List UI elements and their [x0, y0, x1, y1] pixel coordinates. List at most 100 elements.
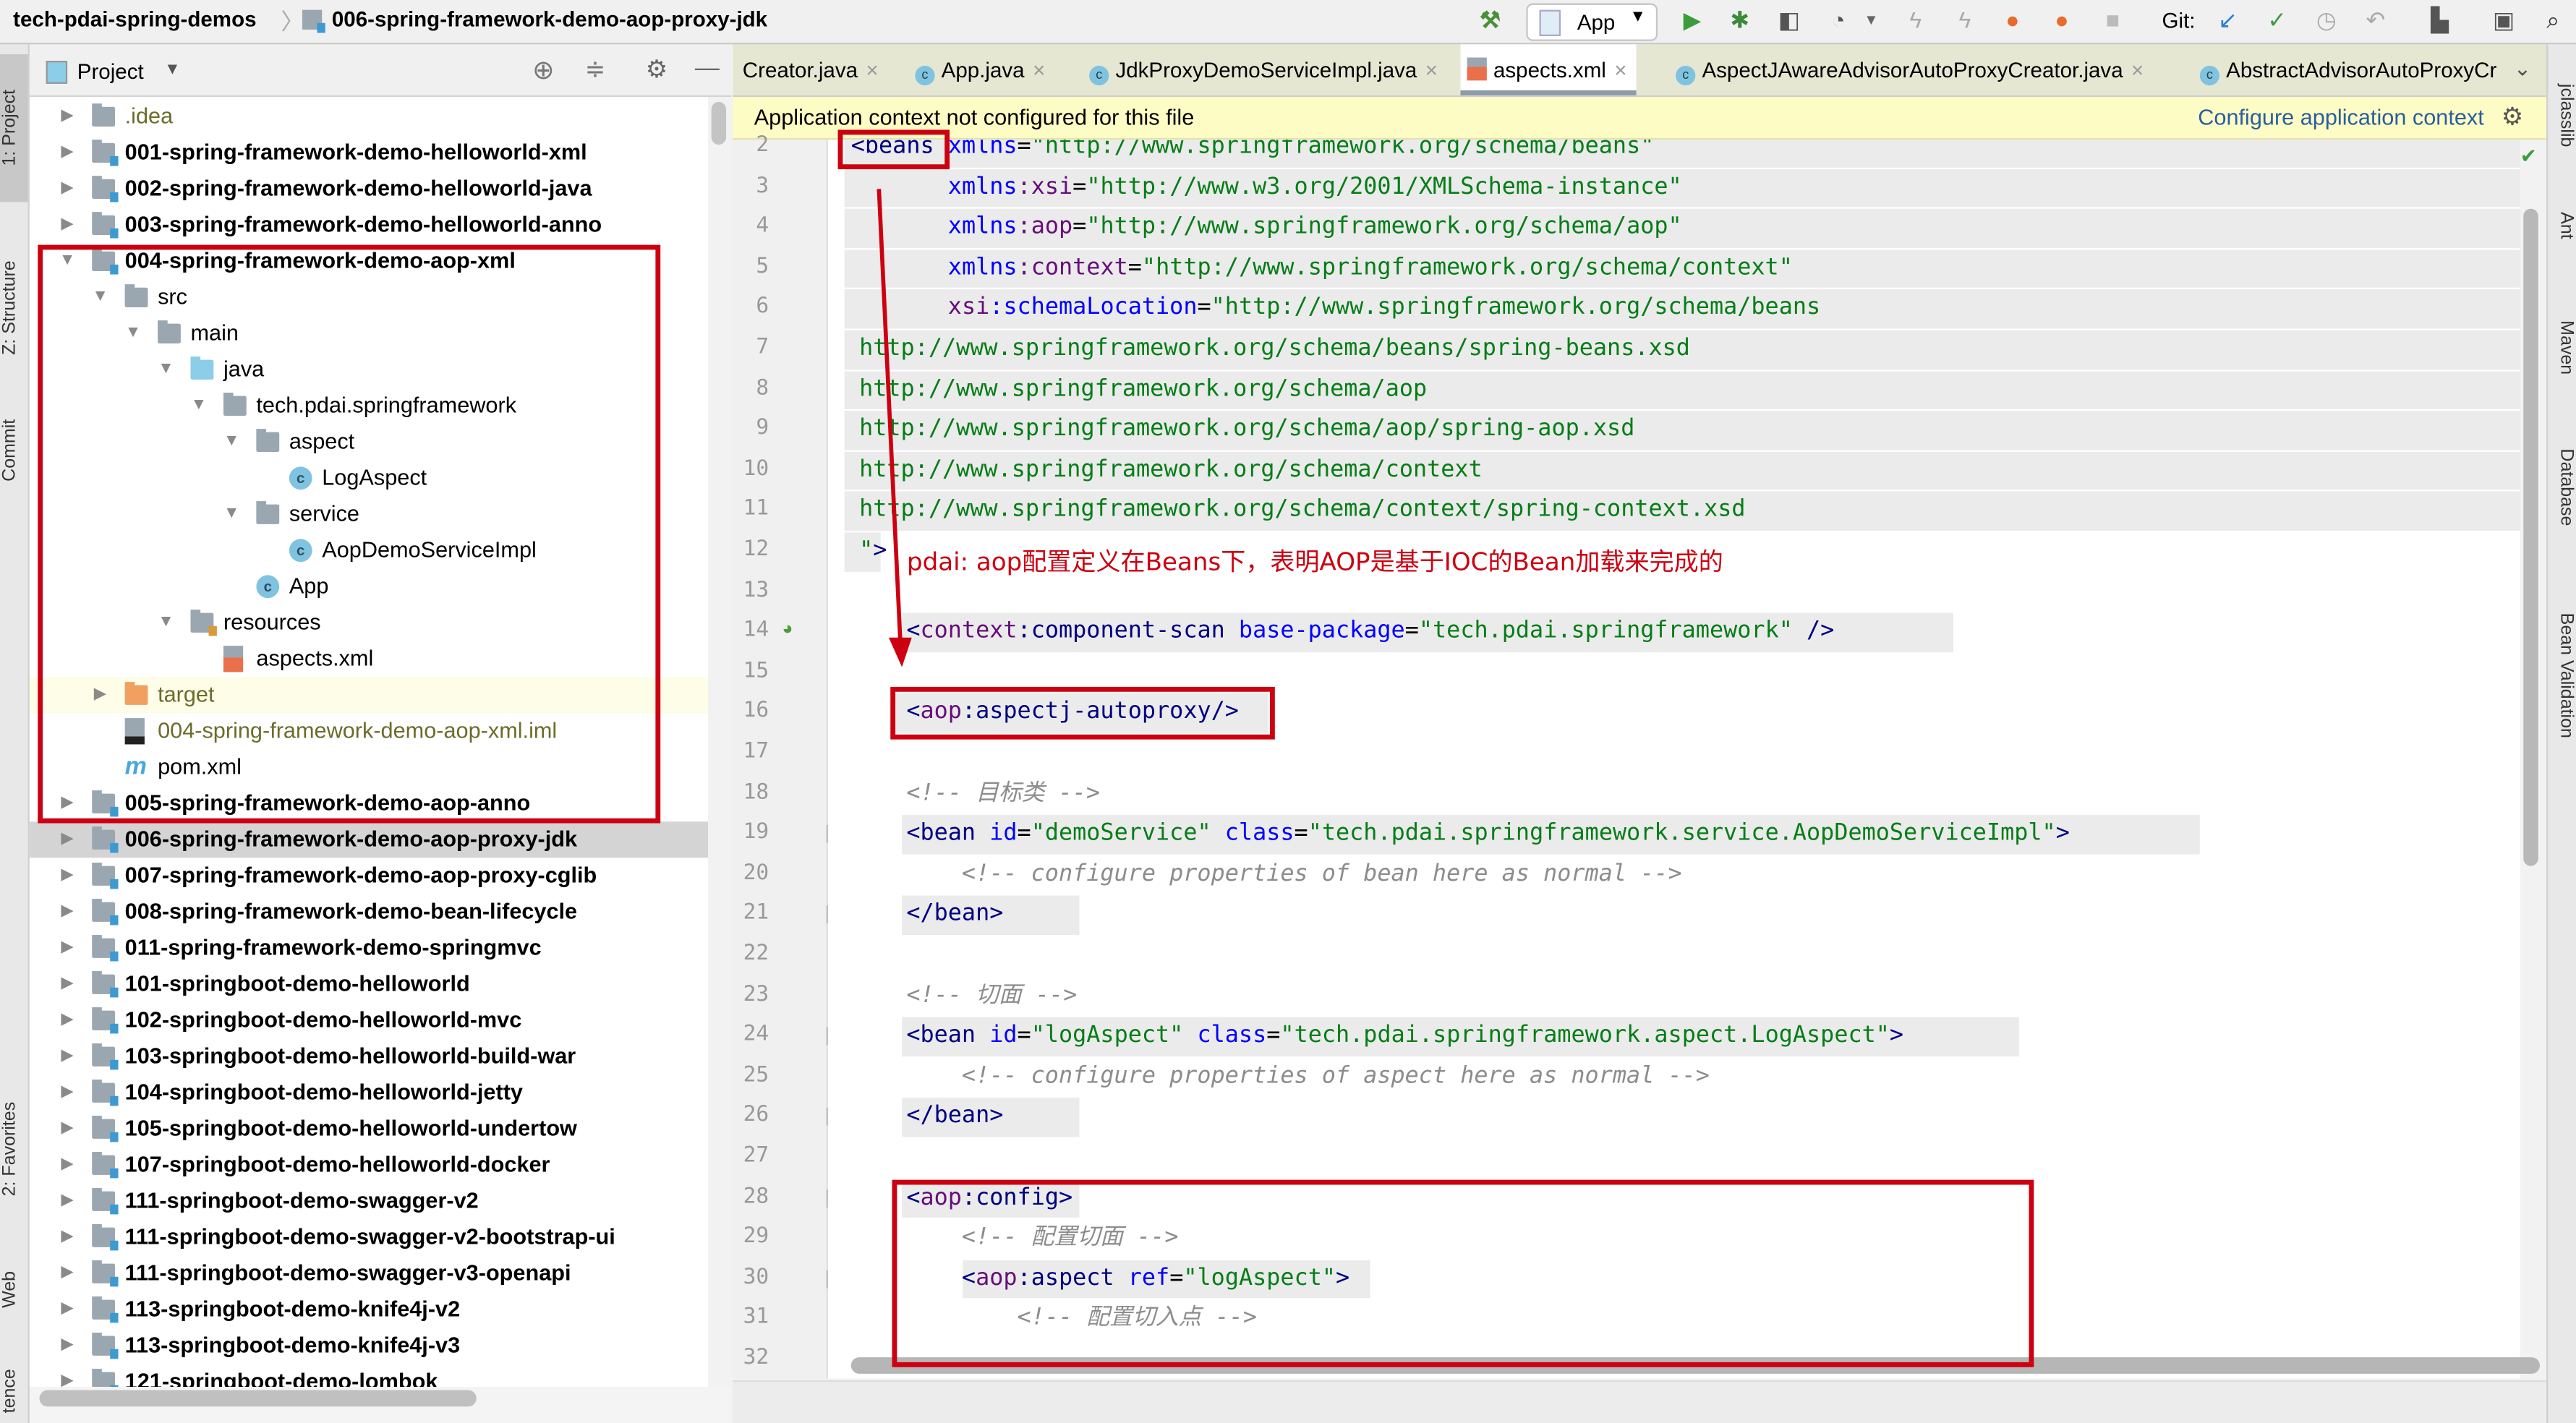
collapsed-arrow-icon[interactable]: ▶	[59, 1364, 76, 1387]
run-icon[interactable]: ▶	[1677, 5, 1707, 35]
collapsed-arrow-icon[interactable]: ▶	[59, 1291, 76, 1328]
tool-tab-project[interactable]: 1: Project	[0, 54, 28, 202]
code-line[interactable]: http://www.springframework.org/schema/ao…	[859, 371, 1427, 407]
code-line[interactable]: xmlns:context="http://www.springframewor…	[851, 249, 1793, 286]
chevron-down-icon[interactable]: ▼	[164, 61, 181, 79]
tree-item[interactable]: ▶ 008-spring-framework-demo-bean-lifecycl…	[30, 894, 708, 930]
code-line[interactable]: http://www.springframework.org/schema/be…	[859, 330, 1690, 367]
git-rollback-icon[interactable]: ↶	[2360, 5, 2390, 35]
collapsed-arrow-icon[interactable]: ▶	[59, 821, 76, 858]
attach-icon[interactable]: ϟ	[1950, 5, 1979, 35]
stop-icon[interactable]: ■	[2098, 5, 2128, 35]
tool-tab-jclasslib[interactable]: jclasslib	[2550, 84, 2576, 148]
tree-item[interactable]: ▶ 113-springboot-demo-knife4j-v3	[30, 1328, 708, 1364]
code-line[interactable]: http://www.springframework.org/schema/co…	[859, 451, 1483, 487]
project-tree-horizontal-scrollbar[interactable]	[39, 1390, 477, 1407]
collapsed-arrow-icon[interactable]: ▶	[59, 1219, 76, 1255]
tree-item[interactable]: ▶ 006-spring-framework-demo-aop-proxy-jdk	[29, 821, 709, 858]
code-line[interactable]: xmlns:xsi="http://www.w3.org/2001/XMLSch…	[851, 168, 1682, 205]
tree-item[interactable]: ▶ 104-springboot-demo-helloworld-jetty	[30, 1074, 708, 1111]
code-line[interactable]: <!-- configure properties of bean here a…	[851, 856, 1682, 892]
editor-tab[interactable]: Creator.java ×	[736, 44, 889, 95]
gear-icon[interactable]: ⚙	[2502, 102, 2524, 132]
close-icon[interactable]: ×	[2131, 58, 2144, 82]
code-line[interactable]: <context:component-scan base-package="te…	[851, 613, 1834, 649]
run-configuration-select[interactable]: App ▼	[1526, 3, 1658, 41]
collapsed-arrow-icon[interactable]: ▶	[59, 894, 76, 930]
close-icon[interactable]: ×	[1614, 58, 1626, 82]
code-line[interactable]: <bean id="demoService" class="tech.pdai.…	[851, 816, 2070, 852]
collapsed-arrow-icon[interactable]: ▶	[59, 1074, 76, 1111]
code-line[interactable]: <bean id="logAspect" class="tech.pdai.sp…	[851, 1017, 1903, 1054]
code-line[interactable]: <!-- configure properties of aspect here…	[851, 1058, 1710, 1094]
tree-item[interactable]: ▶ 105-springboot-demo-helloworld-undertow	[30, 1111, 708, 1147]
code-line[interactable]: xsi:schemaLocation="http://www.springfra…	[851, 290, 1820, 326]
breadcrumb-project[interactable]: tech-pdai-spring-demos	[13, 7, 256, 31]
project-view-select[interactable]: Project	[77, 59, 144, 84]
tree-item[interactable]: ▶ 002-spring-framework-demo-helloworld-ja…	[30, 171, 708, 207]
tree-item[interactable]: ▶ .idea	[30, 98, 708, 134]
collapsed-arrow-icon[interactable]: ▶	[59, 1328, 76, 1364]
collapsed-arrow-icon[interactable]: ▶	[59, 1038, 76, 1074]
tool-tab-structure[interactable]: Z: Structure	[0, 225, 28, 389]
collapsed-arrow-icon[interactable]: ▶	[59, 858, 76, 894]
presentation-icon[interactable]: ▣	[2489, 5, 2519, 35]
collapsed-arrow-icon[interactable]: ▶	[59, 1147, 76, 1183]
tree-item[interactable]: ▶ 101-springboot-demo-helloworld	[30, 966, 708, 1002]
inspection-ok-icon[interactable]: ✔	[2520, 145, 2537, 168]
tree-item[interactable]: ▶ 111-springboot-demo-swagger-v2-bootstra…	[30, 1219, 708, 1255]
editor-tab[interactable]: c AspectJAwareAdvisorAutoProxyCreator.jav…	[1669, 44, 2154, 95]
breadcrumb-module[interactable]: 006-spring-framework-demo-aop-proxy-jdk	[332, 7, 767, 31]
code-line[interactable]: </bean>	[851, 1098, 1003, 1134]
collapsed-arrow-icon[interactable]: ▶	[59, 1111, 76, 1147]
collapsed-arrow-icon[interactable]: ▶	[59, 98, 76, 134]
collapsed-arrow-icon[interactable]: ▶	[59, 134, 76, 171]
code-line[interactable]: </bean>	[851, 896, 1003, 932]
spring-run-icon[interactable]: ●	[1997, 5, 2027, 35]
tree-item[interactable]: ▶ 107-springboot-demo-helloworld-docker	[30, 1147, 708, 1183]
tree-item[interactable]: ▶ 001-spring-framework-demo-helloworld-xm…	[30, 134, 708, 171]
coverage-icon[interactable]: ◧	[1774, 5, 1804, 35]
project-tree-scrollbar[interactable]	[711, 101, 727, 145]
tree-item[interactable]: ▶ 011-spring-framework-demo-springmvc	[30, 930, 708, 966]
debug-icon[interactable]: ✱	[1725, 5, 1754, 35]
code-line[interactable]: http://www.springframework.org/schema/ao…	[859, 411, 1634, 448]
editor-tab[interactable]: aspects.xml ×	[1460, 44, 1637, 95]
tree-item[interactable]: ▶ 111-springboot-demo-swagger-v2	[30, 1183, 708, 1219]
collapsed-arrow-icon[interactable]: ▶	[59, 1002, 76, 1038]
build-icon[interactable]: ⚒	[1475, 5, 1505, 35]
project-structure-icon[interactable]: ▙	[2425, 5, 2455, 35]
tabs-overflow-chevron-icon[interactable]: ⌄	[2514, 56, 2532, 82]
editor-tab[interactable]: c JdkProxyDemoServiceImpl.java ×	[1083, 44, 1448, 95]
code-line[interactable]: <!-- 目标类 -->	[851, 775, 1100, 811]
code-line[interactable]: http://www.springframework.org/schema/co…	[859, 492, 1745, 528]
collapse-all-icon[interactable]: ≑	[585, 54, 606, 84]
close-icon[interactable]: ×	[1425, 58, 1438, 82]
tree-item[interactable]: ▶ 121-springboot-demo-lombok	[30, 1364, 708, 1388]
tree-item[interactable]: ▶ 102-springboot-demo-helloworld-mvc	[30, 1002, 708, 1038]
locate-icon[interactable]: ⊕	[532, 54, 554, 87]
code-line[interactable]: <beans xmlns="http://www.springframework…	[851, 140, 1655, 164]
tool-tab-favorites[interactable]: 2: Favorites	[0, 1072, 28, 1228]
editor-vertical-scrollbar[interactable]	[2523, 208, 2538, 866]
tree-item[interactable]: ▶ 103-springboot-demo-helloworld-build-wa…	[30, 1038, 708, 1074]
profile-icon[interactable]: ◔	[1824, 5, 1854, 35]
tree-item[interactable]: ▶ 111-springboot-demo-swagger-v3-openapi	[30, 1255, 708, 1291]
close-icon[interactable]: ×	[1033, 58, 1045, 82]
tool-tab-maven[interactable]: Maven	[2550, 320, 2576, 375]
collapsed-arrow-icon[interactable]: ▶	[59, 1183, 76, 1219]
collapsed-arrow-icon[interactable]: ▶	[59, 966, 76, 1002]
close-icon[interactable]: ×	[866, 58, 878, 82]
editor-tab[interactable]: c App.java ×	[908, 44, 1055, 95]
minimize-icon[interactable]: —	[695, 54, 720, 82]
collapsed-arrow-icon[interactable]: ▶	[59, 171, 76, 207]
tool-tab-ant[interactable]: Ant	[2550, 212, 2576, 239]
rebuild-icon[interactable]: ϟ	[1901, 5, 1930, 35]
collapsed-arrow-icon[interactable]: ▶	[59, 207, 76, 243]
code-line[interactable]: xmlns:aop="http://www.springframework.or…	[851, 209, 1682, 245]
collapsed-arrow-icon[interactable]: ▶	[59, 930, 76, 966]
spring-debug-icon[interactable]: ●	[2047, 5, 2077, 35]
search-icon[interactable]: ⌕	[2538, 5, 2568, 35]
git-update-icon[interactable]: ↙	[2213, 5, 2243, 35]
git-history-icon[interactable]: ◷	[2311, 5, 2341, 35]
